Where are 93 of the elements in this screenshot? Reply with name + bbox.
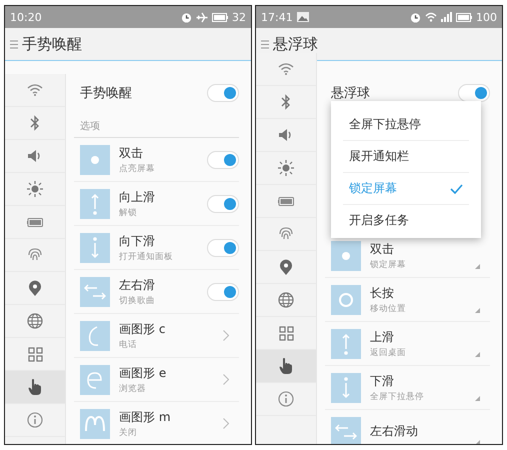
wifi-icon <box>425 12 437 22</box>
gesture-action: 移动位置 <box>370 302 407 314</box>
gesture-action: 打开通知面板 <box>119 250 174 262</box>
toggle-switch[interactable] <box>207 238 239 256</box>
gesture-title: 左右滑动 <box>370 423 419 440</box>
battery-icon <box>212 12 228 22</box>
menu-icon[interactable] <box>10 40 18 48</box>
grid-icon <box>278 326 294 340</box>
toggle-switch[interactable] <box>207 194 239 212</box>
hand-pointer-icon <box>28 378 42 396</box>
info-icon <box>27 412 43 428</box>
setting-label: 悬浮球 <box>331 85 370 102</box>
brightness-icon <box>27 181 43 197</box>
gesture-title: 向下滑 <box>119 232 156 250</box>
menu-option[interactable]: 开启多任务 <box>343 205 469 236</box>
gesture-title: 左右滑 <box>119 276 156 294</box>
fingerprint-icon <box>27 247 43 263</box>
screen-title: 悬浮球 <box>273 34 318 54</box>
gesture-icon <box>331 328 361 358</box>
image-icon <box>296 12 309 22</box>
screen-title: 手势唤醒 <box>22 34 82 54</box>
chevron-right-icon[interactable] <box>223 374 229 385</box>
dropdown-corner-icon[interactable] <box>475 396 480 401</box>
dropdown-corner-icon[interactable] <box>475 308 480 313</box>
battery-icon <box>27 218 43 226</box>
gesture-action: 浏览器 <box>119 382 147 394</box>
fingerprint-icon <box>278 226 294 242</box>
battery-level: 100 <box>476 10 497 24</box>
wifi-icon <box>278 63 294 75</box>
gesture-icon <box>80 408 110 438</box>
gesture-action: 关闭 <box>119 426 138 438</box>
info-icon <box>278 391 294 407</box>
location-pin-icon <box>279 259 293 275</box>
battery-icon <box>456 12 472 22</box>
gesture-icon <box>80 144 110 174</box>
gesture-title: 上滑 <box>370 328 395 346</box>
bluetooth-icon <box>281 94 291 110</box>
location-pin-icon <box>28 280 42 296</box>
chevron-right-icon[interactable] <box>223 330 229 341</box>
battery-icon <box>278 196 294 206</box>
gesture-icon <box>80 188 110 218</box>
gesture-icon <box>331 284 361 314</box>
globe-icon <box>278 292 294 308</box>
toggle-switch[interactable] <box>207 84 239 102</box>
gesture-title: 画图形 c <box>119 320 166 338</box>
gesture-icon <box>331 240 361 270</box>
chevron-right-icon[interactable] <box>223 418 229 429</box>
dropdown-corner-icon[interactable] <box>475 440 480 444</box>
dropdown-corner-icon[interactable] <box>475 264 480 269</box>
airplane-icon <box>196 12 208 22</box>
bluetooth-icon <box>30 115 40 131</box>
checkmark-icon <box>450 184 463 194</box>
sidebar-item[interactable] <box>256 350 316 383</box>
gesture-action: 锁定屏幕 <box>370 258 407 270</box>
gesture-action: 点亮屏幕 <box>119 162 156 174</box>
gesture-icon <box>80 320 110 350</box>
alarm-icon <box>410 12 421 22</box>
gesture-title: 画图形 m <box>119 408 172 426</box>
toggle-switch[interactable] <box>207 282 239 300</box>
gesture-icon <box>331 372 361 402</box>
toggle-switch[interactable] <box>458 84 490 102</box>
gesture-action: 电话 <box>119 338 138 350</box>
gesture-title: 长按 <box>370 284 395 302</box>
dropdown-corner-icon[interactable] <box>475 352 480 357</box>
section-header: 选项 <box>74 113 239 138</box>
menu-option[interactable]: 展开通知栏 <box>343 141 469 173</box>
sidebar-item[interactable] <box>5 371 65 404</box>
alarm-icon <box>181 12 192 22</box>
gesture-action: 切换歌曲 <box>119 294 156 306</box>
gesture-title: 下滑 <box>370 372 395 390</box>
grid-icon <box>28 346 42 362</box>
wifi-icon <box>27 84 43 96</box>
gesture-title: 画图形 e <box>119 364 168 382</box>
gesture-icon <box>80 232 110 262</box>
brightness-icon <box>278 160 294 176</box>
gesture-title: 向上滑 <box>119 188 156 206</box>
signal-icon <box>441 12 452 22</box>
menu-icon[interactable] <box>261 40 269 48</box>
toggle-switch[interactable] <box>207 150 239 168</box>
gesture-icon <box>80 364 110 394</box>
gesture-action: 解锁 <box>119 206 138 218</box>
menu-option[interactable]: 全屏下拉悬停 <box>343 109 469 141</box>
gesture-icon <box>80 276 110 306</box>
gesture-title: 双击 <box>119 144 144 162</box>
setting-label: 手势唤醒 <box>80 85 132 102</box>
gesture-action: 返回桌面 <box>370 346 407 358</box>
status-time: 17:41 <box>261 10 293 24</box>
battery-level: 32 <box>232 10 246 24</box>
gesture-title: 双击 <box>370 240 395 258</box>
hand-pointer-icon <box>279 357 293 375</box>
globe-icon <box>27 313 43 329</box>
gesture-action: 全屏下拉悬停 <box>370 390 425 402</box>
status-time: 10:20 <box>10 10 42 24</box>
